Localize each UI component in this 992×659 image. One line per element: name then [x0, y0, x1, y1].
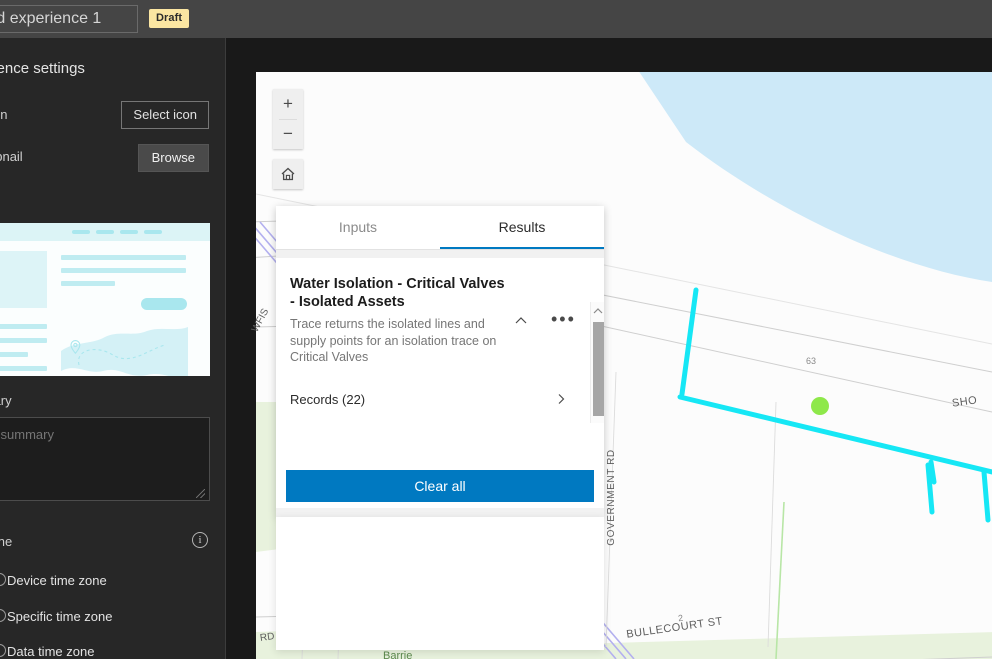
info-icon[interactable]: i [192, 532, 208, 548]
chevron-up-glyph [593, 307, 603, 315]
thumb-text-line [61, 268, 186, 273]
timezone-option-specific[interactable]: Specific time zone [7, 609, 113, 624]
result-title: Water Isolation - Critical Valves - Isol… [290, 275, 508, 311]
browse-button[interactable]: Browse [138, 144, 209, 172]
clear-all-button[interactable]: Clear all [286, 470, 594, 502]
tab-results[interactable]: Results [440, 206, 604, 250]
scroll-up-icon[interactable] [591, 304, 604, 318]
panel-heading: Experience settings [0, 60, 85, 77]
radio-icon[interactable] [0, 573, 6, 586]
home-glyph [280, 166, 296, 182]
records-row[interactable]: Records (22) [290, 392, 568, 407]
scrollbar-thumb[interactable] [593, 322, 604, 416]
thumb-text-line [61, 255, 186, 260]
zoom-out-button[interactable]: − [273, 119, 303, 149]
thumbnail-label: Thumbnail [0, 149, 23, 164]
timezone-option-label: Specific time zone [7, 609, 113, 624]
chevron-up-glyph [512, 312, 530, 330]
radio-icon[interactable] [0, 644, 6, 657]
status-badge: Draft [149, 9, 189, 28]
trace-start-point [811, 397, 829, 415]
widget-tabs: Inputs Results [276, 206, 604, 250]
thumb-text-line [0, 366, 47, 371]
trace-results-widget: Inputs Results Water Isolation - Critica… [276, 206, 604, 517]
home-icon[interactable] [273, 159, 303, 189]
summary-resize-handle[interactable] [196, 489, 205, 498]
thumb-nav-item [120, 230, 138, 234]
thumb-nav-item [96, 230, 114, 234]
app-root: + − 63 SHO GOVERNMENT RD BULLECOURT ST 2… [0, 0, 992, 659]
thumb-hero-block [0, 251, 47, 308]
records-label: Records (22) [290, 392, 365, 407]
thumb-text-line [0, 338, 47, 343]
chevron-right-glyph [554, 392, 568, 406]
timezone-option-label: Device time zone [7, 573, 107, 588]
list-top-strip [276, 250, 604, 258]
timezone-label: Time zone [0, 534, 12, 549]
experience-settings-panel: Experience settings Favicon Select icon … [0, 38, 226, 659]
result-description: Trace returns the isolated lines and sup… [290, 316, 502, 366]
thumb-nav-item [72, 230, 90, 234]
radio-icon[interactable] [0, 609, 6, 622]
thumb-nav-item [144, 230, 162, 234]
zoom-in-button[interactable]: + [273, 89, 303, 119]
timezone-option-device[interactable]: Device time zone [7, 573, 107, 588]
experience-title-input[interactable] [0, 5, 138, 33]
chevron-right-icon[interactable] [554, 392, 568, 409]
summary-label: Summary [0, 393, 12, 408]
chevron-up-icon[interactable] [512, 312, 530, 330]
timezone-option-label: Data time zone [7, 644, 94, 659]
select-icon-button[interactable]: Select icon [121, 101, 209, 129]
thumb-map-art [61, 323, 188, 376]
favicon-label: Favicon [0, 107, 8, 122]
results-scrollbar[interactable] [590, 302, 604, 423]
thumb-text-line [0, 352, 28, 357]
app-header: Draft [0, 0, 992, 38]
timezone-option-data[interactable]: Data time zone [7, 644, 94, 659]
thumb-button [141, 298, 187, 310]
ellipsis-icon[interactable]: ••• [551, 314, 576, 324]
zoom-controls[interactable]: + − [273, 89, 303, 149]
summary-input[interactable] [0, 417, 210, 501]
tab-inputs[interactable]: Inputs [276, 206, 440, 250]
thumb-text-line [61, 281, 115, 286]
widget-lower-panel [276, 517, 604, 650]
thumb-text-line [0, 324, 47, 329]
thumbnail-preview [0, 223, 210, 376]
results-list: Water Isolation - Critical Valves - Isol… [276, 250, 604, 423]
widget-footer-strip [276, 508, 604, 517]
